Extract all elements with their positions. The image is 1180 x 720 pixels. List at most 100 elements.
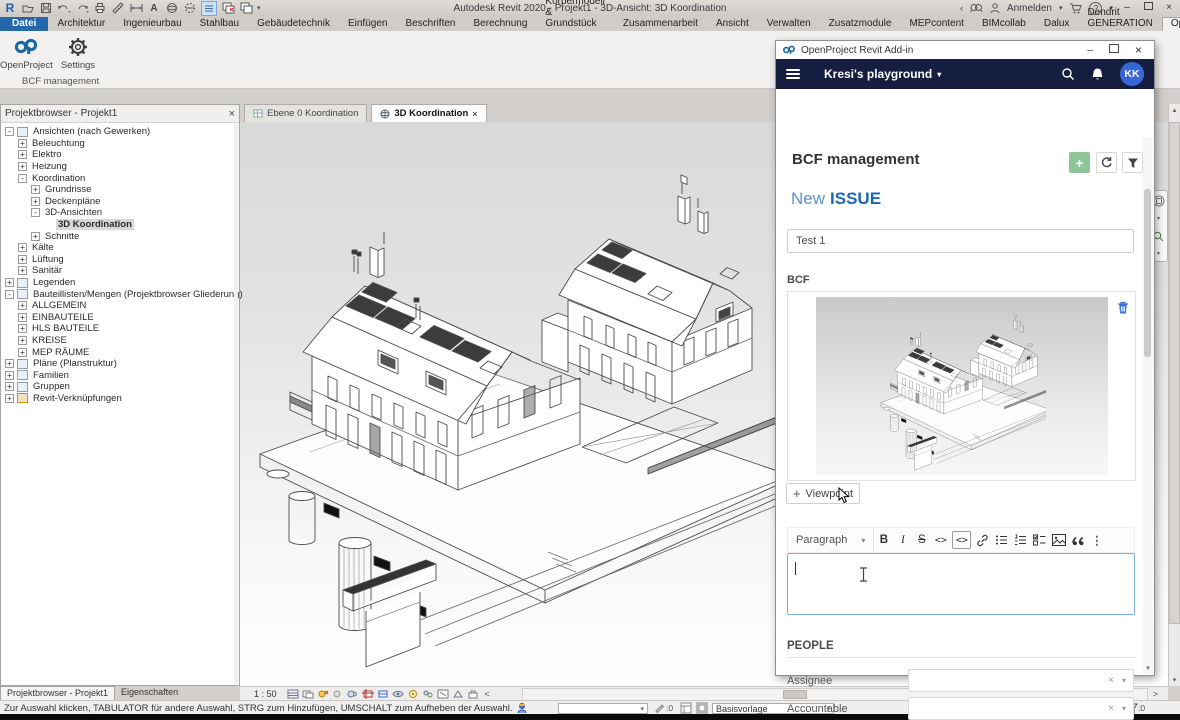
wheel-caret-icon[interactable]: ▾ [1157,215,1160,222]
tab-projektbrowser[interactable]: Projektbrowser - Projekt1 [0,686,115,700]
accountable-select[interactable]: × ▾ [908,697,1134,720]
tree-item-elektro[interactable]: +Elektro [1,149,239,161]
project-browser-close-icon[interactable]: × [229,108,235,120]
shadows-icon[interactable] [332,688,345,699]
constraints-icon[interactable] [467,688,480,699]
expander[interactable]: + [18,150,27,159]
project-selector[interactable]: Kresi's playground ▾ [824,67,941,81]
tree-item-ansichten[interactable]: -Ansichten (nach Gewerken) [1,126,239,138]
help-caret-icon[interactable]: ▾ [1109,4,1113,12]
numbered-list-icon[interactable] [1011,528,1030,552]
tree-item-kreise[interactable]: +KREISE [1,335,239,347]
addin-scroll-thumb[interactable] [1144,189,1151,357]
sun-path-icon[interactable] [317,688,330,699]
switch-windows-icon[interactable] [239,2,253,15]
ribbon-tab-zusatzmodule[interactable]: Zusatzmodule [820,17,901,31]
signin-caret-icon[interactable]: ▾ [1059,4,1063,12]
tree-item-allgemein[interactable]: +ALLGEMEIN [1,300,239,312]
expander[interactable]: + [5,394,14,403]
text-icon[interactable]: A [147,2,161,15]
inline-code-icon[interactable]: <> [931,528,950,552]
more-tools-icon[interactable]: ⋮ [1087,528,1106,552]
addin-close-button[interactable]: × [1135,43,1142,57]
search-icon[interactable] [970,3,983,14]
expander[interactable]: - [5,127,14,136]
account-icon[interactable] [990,3,1000,14]
expander[interactable]: - [31,208,40,217]
ribbon-tab-zusammenarbeit[interactable]: Zusammenarbeit [614,17,707,31]
ribbon-tab-openproject[interactable]: OpenProject [1162,17,1180,31]
expander[interactable]: + [18,348,27,357]
view-scale-label[interactable]: 1 : 50 [254,689,277,699]
blockquote-icon[interactable] [1068,528,1087,552]
caret-down-icon[interactable]: ▾ [1122,704,1126,713]
menu-hamburger-icon[interactable] [786,69,800,79]
project-browser-header[interactable]: Projektbrowser - Projekt1 × [1,105,239,123]
tree-item-hls-bauteile[interactable]: +HLS BAUTEILE [1,323,239,335]
addin-maximize-button[interactable] [1109,44,1119,56]
open-file-icon[interactable] [21,2,35,15]
expander[interactable]: + [31,185,40,194]
canvas-hscroll-thumb[interactable] [783,690,807,699]
view-tab-close-icon[interactable]: × [472,109,477,119]
format-dropdown[interactable]: Paragraph ▾ [788,528,874,552]
expander[interactable]: + [18,243,27,252]
ribbon-tab-einfuegen[interactable]: Einfügen [339,17,396,31]
scroll-up-icon[interactable]: ▴ [1169,106,1180,114]
todo-list-icon[interactable] [1030,528,1049,552]
window-minimize-button[interactable]: – [1120,2,1134,14]
ribbon-tab-ingenieurbau[interactable]: Ingenieurbau [114,17,190,31]
addin-title-bar[interactable]: OpenProject Revit Add-in – × [776,41,1154,59]
tree-item-kaelte[interactable]: +Kälte [1,242,239,254]
zoom-caret-icon[interactable]: ▾ [1157,250,1160,257]
tree-item-grundrisse[interactable]: +Grundrisse [1,184,239,196]
tab-eigenschaften[interactable]: Eigenschaften [115,686,184,700]
bold-icon[interactable]: B [874,528,893,552]
tree-item-heizung[interactable]: +Heizung [1,161,239,173]
viewbar-collapse-icon[interactable]: < [485,689,490,699]
expander[interactable]: - [18,174,27,183]
expander[interactable]: + [5,359,14,368]
addin-scrollbar[interactable]: ▾ [1143,137,1153,674]
worksharing-display-icon[interactable] [422,688,435,699]
code-block-icon[interactable]: <> [952,531,971,549]
close-hidden-windows-icon[interactable] [221,2,235,15]
analytical-model-icon[interactable] [452,688,465,699]
caret-down-icon[interactable]: ▾ [1122,676,1126,685]
signin-label[interactable]: Anmelden [1007,3,1052,14]
bullet-list-icon[interactable] [992,528,1011,552]
reveal-hidden-icon[interactable] [407,688,420,699]
ribbon-tab-datei[interactable]: Datei [0,17,48,31]
crop-region-icon[interactable] [377,688,390,699]
undo-icon[interactable] [57,2,71,15]
expander[interactable]: + [18,336,27,345]
clear-icon[interactable]: × [1108,675,1114,686]
ribbon-tab-architektur[interactable]: Architektur [48,17,114,31]
expander[interactable]: + [18,301,27,310]
expander[interactable]: + [18,255,27,264]
canvas-vscroll-thumb[interactable] [1169,122,1180,624]
search-icon[interactable] [1061,67,1075,81]
ribbon-tab-mepcontent[interactable]: MEPcontent [900,17,972,31]
expander[interactable]: + [5,382,14,391]
expander[interactable]: + [5,371,14,380]
project-browser-scrollbar[interactable] [234,123,238,684]
main-model-icon[interactable] [696,702,708,714]
description-editor[interactable] [787,553,1135,615]
scroll-down-icon[interactable]: ▾ [1169,676,1180,684]
strikethrough-icon[interactable]: S [912,528,931,552]
thin-lines-icon[interactable] [201,1,217,16]
expander[interactable]: + [18,162,27,171]
window-close-button[interactable]: × [1162,2,1176,14]
tree-item-3d-ansichten[interactable]: -3D-Ansichten [1,207,239,219]
print-icon[interactable] [93,2,107,15]
expander[interactable]: + [18,313,27,322]
help-icon[interactable]: ? [1089,2,1102,15]
expander[interactable]: + [5,278,14,287]
workset-select[interactable]: ▾ [558,703,648,714]
temporary-hide-icon[interactable] [392,688,405,699]
section-icon[interactable] [183,2,197,15]
tree-item-einbauteile[interactable]: +EINBAUTEILE [1,312,239,324]
tree-item-plaene[interactable]: +Pläne (Planstruktur) [1,358,239,370]
view-tab-3d-koordination[interactable]: 3D Koordination × [371,104,486,122]
